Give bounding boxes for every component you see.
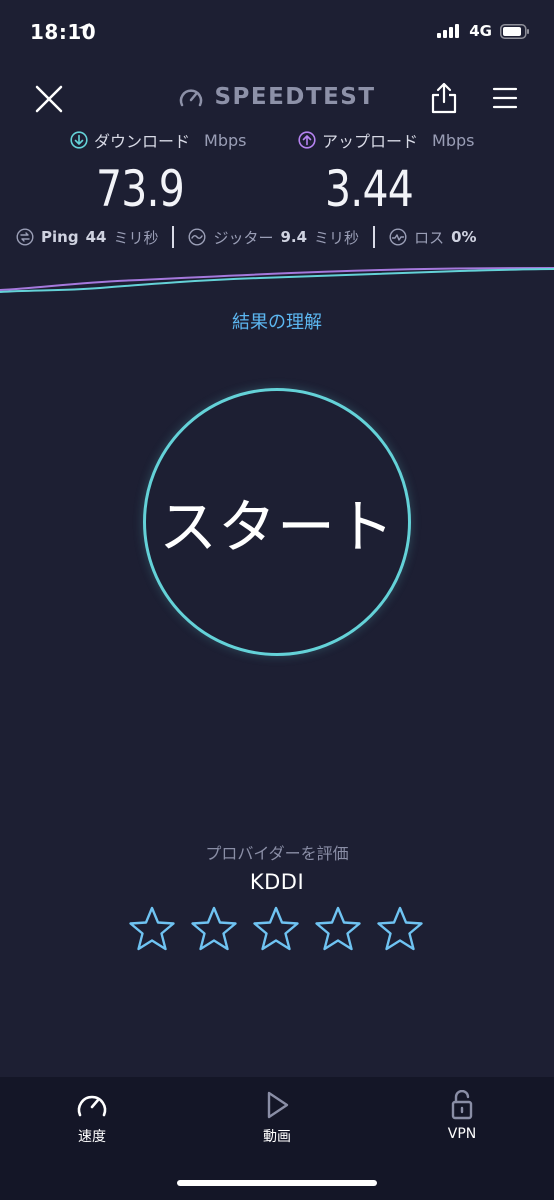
star-icon-3[interactable] bbox=[252, 905, 300, 953]
ping-stat: Ping 44 ミリ秒 bbox=[16, 227, 158, 248]
download-graph-line bbox=[0, 268, 554, 293]
download-unit: Mbps bbox=[204, 130, 247, 150]
stats-divider bbox=[172, 226, 175, 248]
status-indicators: 4G bbox=[78, 22, 530, 40]
jitter-stat: ジッター 9.4 ミリ秒 bbox=[188, 227, 359, 248]
speedometer-icon bbox=[77, 1095, 107, 1117]
upload-arrow-icon bbox=[298, 131, 316, 149]
loss-stat: ロス 0% bbox=[389, 227, 477, 248]
upload-unit: Mbps bbox=[432, 130, 475, 150]
jitter-value: 9.4 bbox=[280, 228, 308, 246]
jitter-icon bbox=[188, 228, 206, 246]
download-arrow-icon bbox=[70, 131, 88, 149]
gauge-logo-icon bbox=[180, 89, 203, 107]
play-icon bbox=[267, 1091, 289, 1119]
ping-unit: ミリ秒 bbox=[113, 228, 159, 247]
location-arrow-icon bbox=[78, 23, 91, 35]
ping-icon bbox=[16, 228, 34, 246]
stats-divider bbox=[373, 226, 376, 248]
cellular-signal-icon bbox=[437, 24, 460, 38]
star-icon-2[interactable] bbox=[190, 905, 238, 953]
upload-value: 3.44 bbox=[325, 160, 414, 218]
speedtest-logo: SPEEDTEST bbox=[0, 84, 554, 110]
star-icon-4[interactable] bbox=[314, 905, 362, 953]
provider-name: KDDI bbox=[249, 870, 305, 894]
download-value: 73.9 bbox=[96, 160, 185, 218]
tab-vpn-label: VPN bbox=[447, 1126, 477, 1142]
jitter-unit: ミリ秒 bbox=[314, 228, 360, 247]
menu-button[interactable] bbox=[492, 86, 518, 110]
home-indicator bbox=[177, 1180, 377, 1186]
download-label-text: ダウンロード bbox=[94, 132, 191, 151]
network-type: 4G bbox=[469, 22, 492, 40]
upload-label: アップロード Mbps bbox=[298, 128, 474, 152]
star-icon-5[interactable] bbox=[376, 905, 424, 953]
share-button[interactable] bbox=[430, 82, 458, 114]
stats-row: Ping 44 ミリ秒 ジッター 9.4 ミリ秒 ロス 0% bbox=[16, 226, 536, 248]
tab-speed[interactable]: 速度 bbox=[42, 1090, 142, 1146]
loss-icon bbox=[389, 228, 407, 246]
star-icon-1[interactable] bbox=[128, 905, 176, 953]
start-button-label: スタート bbox=[158, 493, 395, 561]
tab-video-label: 動画 bbox=[263, 1129, 291, 1145]
understand-results-link[interactable]: 結果の理解 bbox=[0, 308, 554, 334]
ping-value: 44 bbox=[85, 228, 107, 246]
battery-icon bbox=[500, 23, 529, 39]
speed-graph bbox=[0, 267, 554, 293]
loss-label: ロス bbox=[414, 228, 445, 247]
download-label: ダウンロード Mbps bbox=[70, 128, 246, 152]
tab-video[interactable]: 動画 bbox=[227, 1090, 327, 1146]
lock-icon bbox=[451, 1090, 473, 1120]
logo-text: SPEEDTEST bbox=[214, 84, 376, 110]
jitter-label: ジッター bbox=[213, 228, 274, 247]
loss-value: 0% bbox=[451, 228, 477, 246]
tab-vpn[interactable]: VPN bbox=[412, 1090, 512, 1142]
start-button[interactable]: スタート bbox=[143, 388, 411, 656]
rating-stars bbox=[128, 905, 424, 953]
tab-speed-label: 速度 bbox=[78, 1129, 106, 1145]
ping-label: Ping bbox=[41, 228, 79, 246]
upload-label-text: アップロード bbox=[322, 132, 419, 151]
rate-provider-label: プロバイダーを評価 bbox=[205, 844, 349, 863]
